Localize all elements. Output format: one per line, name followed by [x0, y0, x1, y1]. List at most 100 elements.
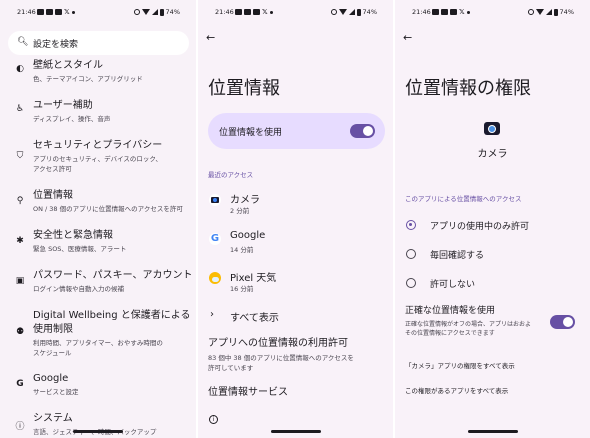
accessibility-icon: ♿ [15, 104, 25, 114]
signal-icon [151, 9, 158, 15]
shield-icon: ⛉ [16, 151, 24, 161]
system-icons: 74% [527, 8, 574, 16]
status-bar: 21:46 𝕏 74% [0, 7, 196, 19]
app-access-time: 14 分前 [230, 246, 254, 254]
app-location-permission-item[interactable]: アプリへの位置情報の利用許可 83 個中 38 個のアプリに位置情報へのアクセス… [208, 337, 386, 373]
precise-location-subtitle: 正確な位置情報がオフの場合、アプリはおおよ その位置情報にアクセスできます [405, 321, 532, 337]
chevron-right-icon: › [210, 309, 214, 320]
more-notifications-icon [466, 10, 470, 14]
gesture-nav-bar[interactable] [73, 430, 123, 433]
location-permission-screen: 21:46 𝕏 74% ← 位置情報の権限 カメラ このアプリによる位置情報への… [395, 0, 590, 438]
dnd-icon [133, 9, 140, 15]
signal-icon [545, 9, 552, 15]
dnd-icon [527, 9, 534, 15]
status-time: 21:46 [215, 8, 234, 16]
switch-knob [563, 317, 573, 327]
show-all-label: すべて表示 [230, 313, 279, 324]
settings-item-accessibility[interactable]: ♿ ユーザー補助 ディスプレイ、操作、音声 [0, 99, 196, 133]
page-title: 位置情報 [208, 78, 280, 99]
google-icon: G [16, 379, 24, 389]
app-permission-subtitle: 83 個中 38 個のアプリに位置情報へのアクセスを 許可しています [208, 354, 354, 372]
settings-item-security[interactable]: ⛉ セキュリティとプライバシー アプリのセキュリティ、デバイスのロック、 アクセ… [0, 139, 196, 175]
battery-icon [356, 8, 361, 16]
precise-location-switch[interactable] [550, 315, 575, 329]
settings-item-title: 壁紙とスタイル [33, 60, 103, 71]
recent-app-weather[interactable]: Pixel 天気 16 分前 [198, 269, 393, 299]
access-section-header: このアプリによる位置情報へのアクセス [405, 195, 522, 203]
wifi-icon [535, 9, 544, 15]
settings-item-title: 安全性と緊急情報 [33, 230, 113, 241]
radio-button[interactable] [406, 249, 416, 259]
use-location-toggle-card[interactable]: 位置情報を使用 [208, 113, 385, 149]
page-title: 位置情報の権限 [405, 78, 531, 99]
use-location-label: 位置情報を使用 [219, 128, 283, 138]
dnd-icon [330, 9, 337, 15]
recent-app-google[interactable]: G Google 14 分前 [198, 230, 393, 260]
x-notification-icon: 𝕏 [459, 8, 465, 16]
settings-item-safety[interactable]: ✱ 安全性と緊急情報 緊急 SOS、医療情報、アラート [0, 229, 196, 257]
wellbeing-icon: ⚉ [15, 327, 25, 337]
youtube-notification-icon [55, 9, 62, 15]
camera-app-icon [484, 122, 500, 135]
switch-knob [363, 126, 373, 136]
settings-item-google[interactable]: G Google サービスと設定 [0, 372, 196, 400]
youtube-notification-icon [244, 9, 251, 15]
youtube-notification-icon [235, 9, 242, 15]
app-name: Pixel 天気 [230, 273, 277, 284]
back-arrow-icon[interactable]: ← [206, 32, 218, 44]
search-bar[interactable]: 🔍︎ 設定を検索 [8, 31, 189, 55]
location-services-item[interactable]: 位置情報サービス [208, 386, 386, 400]
gesture-nav-bar[interactable] [270, 430, 321, 433]
youtube-notification-icon [46, 9, 53, 15]
gesture-nav-bar[interactable] [467, 430, 518, 433]
status-bar: 21:46 𝕏 74% [395, 7, 590, 19]
settings-item-title: パスワード、パスキー、アカウント [33, 270, 193, 281]
battery-level: 74% [559, 8, 574, 16]
camera-app-icon [209, 194, 221, 206]
search-icon: 🔍︎ [17, 37, 29, 47]
settings-item-title: 位置情報 [33, 190, 73, 201]
system-icons: 74% [133, 8, 180, 16]
radio-button[interactable] [406, 278, 416, 288]
youtube-notification-icon [432, 9, 439, 15]
settings-item-title: Digital Wellbeing と保護者による 使用制限 [33, 310, 191, 335]
recent-app-camera[interactable]: カメラ 2 分前 [198, 191, 393, 221]
radio-ask-every-time[interactable]: 毎回確認する [395, 245, 590, 269]
info-icon: i [209, 415, 218, 424]
settings-item-wallpaper[interactable]: ◐ 壁紙とスタイル 色、テーマアイコン、アプリグリッド [0, 59, 196, 93]
radio-dont-allow[interactable]: 許可しない [395, 274, 590, 298]
settings-item-passwords[interactable]: ▣ パスワード、パスキー、アカウント ログイン情報や自動入力の候補 [0, 269, 196, 297]
radio-allow-while-using[interactable]: アプリの使用中のみ許可 [395, 216, 590, 240]
x-notification-icon: 𝕏 [262, 8, 268, 16]
app-name: カメラ [477, 149, 508, 160]
precise-location-item[interactable]: 正確な位置情報を使用 正確な位置情報がオフの場合、アプリはおおよ その位置情報に… [405, 305, 545, 338]
settings-item-location[interactable]: ⚲ 位置情報 ON / 38 個のアプリに位置情報へのアクセスを許可 [0, 189, 196, 217]
use-location-switch[interactable] [350, 124, 375, 138]
youtube-notification-icon [450, 9, 457, 15]
battery-icon [159, 8, 164, 16]
radio-label: 許可しない [430, 280, 476, 290]
notification-icons: 𝕏 [235, 8, 273, 16]
back-arrow-icon[interactable]: ← [403, 32, 415, 44]
x-notification-icon: 𝕏 [64, 8, 70, 16]
settings-item-system[interactable]: ⓘ システム 言語、ジェスチャー、時間、バックアップ [0, 412, 196, 438]
app-name: カメラ [230, 195, 260, 206]
settings-item-subtitle: 緊急 SOS、医療情報、アラート [33, 245, 127, 253]
settings-item-digital-wellbeing[interactable]: ⚉ Digital Wellbeing と保護者による 使用制限 利用時間、アプ… [0, 309, 196, 359]
search-placeholder: 設定を検索 [33, 40, 79, 50]
battery-level: 74% [165, 8, 180, 16]
wifi-icon [338, 9, 347, 15]
status-bar: 21:46 𝕏 74% [198, 7, 393, 19]
notification-icons: 𝕏 [432, 8, 470, 16]
radio-label: アプリの使用中のみ許可 [430, 222, 530, 232]
status-time: 21:46 [17, 8, 36, 16]
radio-button-selected[interactable] [406, 220, 416, 230]
settings-item-title: セキュリティとプライバシー [33, 140, 163, 151]
camera-lens [488, 125, 496, 133]
settings-item-subtitle: ログイン情報や自動入力の候補 [33, 285, 124, 293]
battery-icon [553, 8, 558, 16]
emergency-icon: ✱ [16, 236, 24, 246]
all-apps-with-permission-link[interactable]: この権限があるアプリをすべて表示 [405, 385, 508, 395]
location-pin-icon: ⚲ [16, 196, 24, 206]
all-camera-permissions-link[interactable]: 「カメラ」アプリの権限をすべて表示 [405, 360, 515, 370]
